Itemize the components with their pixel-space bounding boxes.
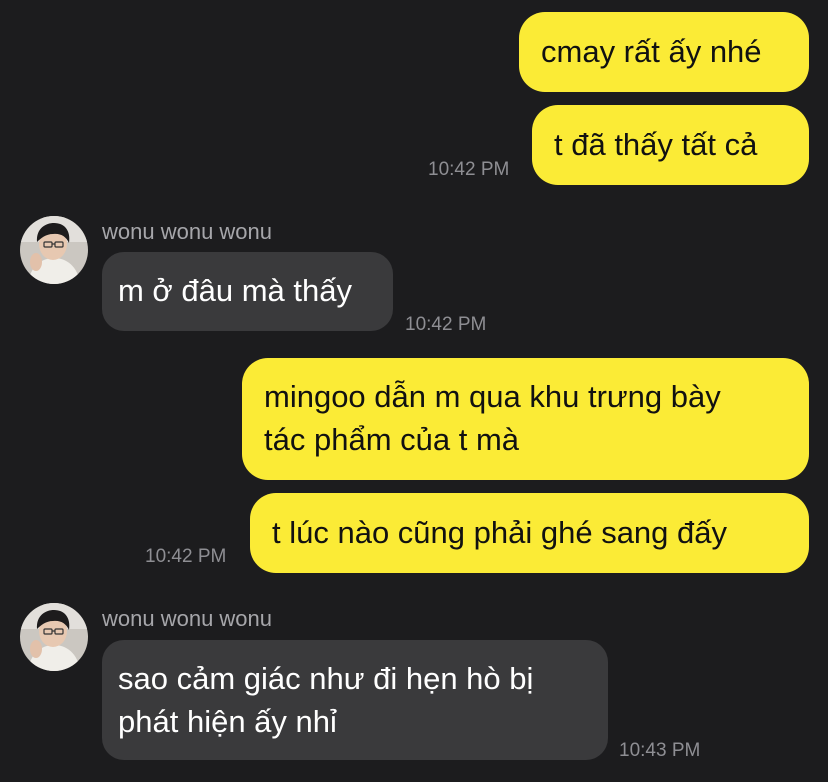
outgoing-message-bubble[interactable]: t lúc nào cũng phải ghé sang đấy — [250, 493, 809, 573]
contact-avatar[interactable] — [20, 603, 88, 671]
message-text-line: sao cảm giác như đi hẹn hò bị — [118, 661, 534, 696]
avatar-photo — [20, 216, 88, 284]
message-text-line: phát hiện ấy nhỉ — [118, 704, 337, 739]
avatar-photo — [20, 603, 88, 671]
message-text: t đã thấy tất cả — [554, 127, 758, 162]
message-text-line: mingoo dẫn m qua khu trưng bày — [264, 379, 721, 414]
sender-name: wonu wonu wonu — [102, 219, 273, 244]
incoming-message-bubble[interactable]: sao cảm giác như đi hẹn hò bị phát hiện … — [102, 640, 608, 760]
message-timestamp: 10:43 PM — [619, 740, 701, 761]
message-text-line: tác phẩm của t mà — [264, 422, 520, 457]
message-text: t lúc nào cũng phải ghé sang đấy — [272, 515, 728, 550]
chat-screen: { "messages": [ { "text": "cmay rất ấy n… — [0, 0, 828, 782]
sender-name: wonu wonu wonu — [102, 606, 273, 631]
outgoing-message-bubble[interactable]: cmay rất ấy nhé — [519, 12, 809, 92]
outgoing-message-bubble[interactable]: mingoo dẫn m qua khu trưng bày tác phẩm … — [242, 358, 809, 480]
message-text: cmay rất ấy nhé — [541, 34, 762, 69]
message-text: m ở đâu mà thấy — [118, 273, 352, 308]
outgoing-message-bubble[interactable]: t đã thấy tất cả — [532, 105, 809, 185]
message-timestamp: 10:42 PM — [405, 314, 487, 335]
message-timestamp: 10:42 PM — [145, 546, 227, 567]
incoming-message-bubble[interactable]: m ở đâu mà thấy — [102, 252, 393, 331]
contact-avatar[interactable] — [20, 216, 88, 284]
message-timestamp: 10:42 PM — [428, 159, 510, 180]
